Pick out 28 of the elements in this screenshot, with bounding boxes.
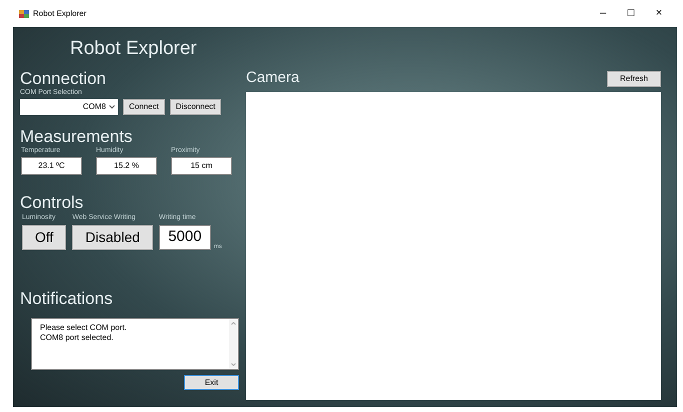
measurement-field: 15 cm [171, 157, 232, 175]
toggle-button[interactable]: Off [22, 225, 66, 250]
exit-button[interactable]: Exit [184, 375, 239, 390]
port-dropdown[interactable]: COM8 [20, 99, 118, 115]
maximize-button[interactable]: □ [617, 5, 645, 22]
measurement-field: 15.2 % [96, 157, 157, 175]
window-title: Robot Explorer [33, 8, 86, 20]
disconnect-button[interactable]: Disconnect [170, 99, 222, 115]
scrollbar[interactable] [229, 319, 238, 369]
section-heading: Notifications [20, 290, 114, 307]
section-heading: Measurements [20, 128, 134, 145]
notification-text: COM8 port selected. [40, 333, 114, 343]
caret-icon [109, 105, 115, 109]
section-heading: Controls [20, 194, 84, 211]
connect-button[interactable]: Connect [123, 99, 165, 115]
input-field[interactable]: 5000 [158, 225, 211, 250]
close-button[interactable]: × [645, 5, 673, 22]
toggle-button[interactable]: Disabled [72, 225, 153, 250]
measurement-field: 23.1 ºC [21, 157, 82, 175]
minimize-button[interactable]: – [589, 5, 617, 22]
app-title: Robot Explorer [70, 39, 198, 58]
section-heading: Connection [20, 70, 108, 87]
scroll-down-icon[interactable] [231, 363, 236, 366]
app-icon [19, 8, 29, 18]
refresh-button[interactable]: Refresh [607, 71, 661, 87]
notification-text: Please select COM port. [40, 323, 128, 333]
scroll-up-icon[interactable] [231, 322, 236, 325]
section-heading: Camera [246, 70, 300, 85]
